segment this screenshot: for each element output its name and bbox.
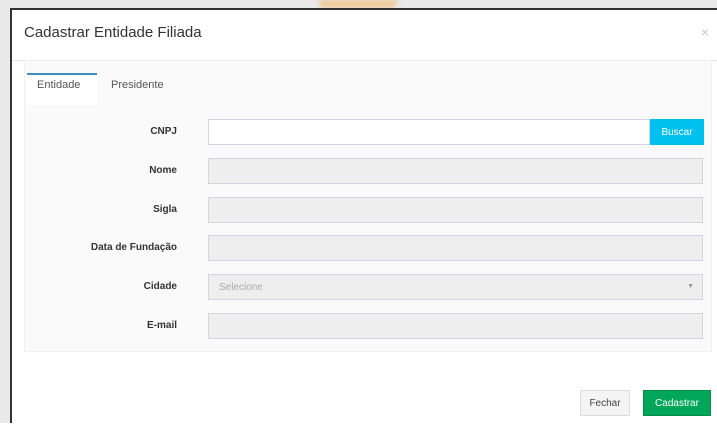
data-fundacao-label: Data de Fundação [90, 242, 177, 253]
cidade-label: Cidade [143, 281, 177, 292]
data-fundacao-field[interactable] [208, 235, 703, 261]
close-icon[interactable]: × [701, 24, 709, 40]
tab-presidente[interactable]: Presidente [111, 79, 164, 91]
email-field[interactable] [208, 313, 703, 339]
cnpj-label: CNPJ [150, 126, 177, 137]
modal-header: Cadastrar Entidade Filiada × [12, 10, 717, 61]
cnpj-field[interactable] [208, 119, 650, 145]
buscar-button[interactable]: Buscar [650, 119, 704, 145]
nome-label: Nome [149, 165, 177, 176]
cidade-select-value: Selecione [219, 282, 263, 293]
cidade-select[interactable]: Selecione ▼ [208, 274, 703, 300]
sigla-label: Sigla [153, 204, 177, 215]
modal-footer: Fechar Cadastrar [12, 380, 717, 425]
sigla-row: Sigla [25, 197, 711, 225]
email-label: E-mail [146, 320, 177, 331]
data-fundacao-row: Data de Fundação [25, 235, 711, 263]
sigla-field[interactable] [208, 197, 703, 223]
top-accent [318, 0, 398, 8]
modal-body: Entidade Presidente CNPJ Buscar Nome Sig… [24, 60, 712, 352]
cidade-row: Cidade Selecione ▼ [25, 274, 711, 302]
tab-active-indicator [27, 73, 97, 75]
nome-field[interactable] [208, 158, 703, 184]
caret-down-icon: ▼ [687, 283, 694, 290]
modal-title: Cadastrar Entidade Filiada [24, 24, 202, 41]
tab-entidade[interactable]: Entidade [37, 79, 80, 91]
cnpj-row: CNPJ Buscar [25, 119, 711, 147]
nome-row: Nome [25, 158, 711, 186]
email-row: E-mail [25, 313, 711, 341]
cadastrar-entidade-modal: Cadastrar Entidade Filiada × Entidade Pr… [10, 8, 717, 423]
cadastrar-button[interactable]: Cadastrar [643, 390, 711, 416]
fechar-button[interactable]: Fechar [580, 390, 630, 416]
